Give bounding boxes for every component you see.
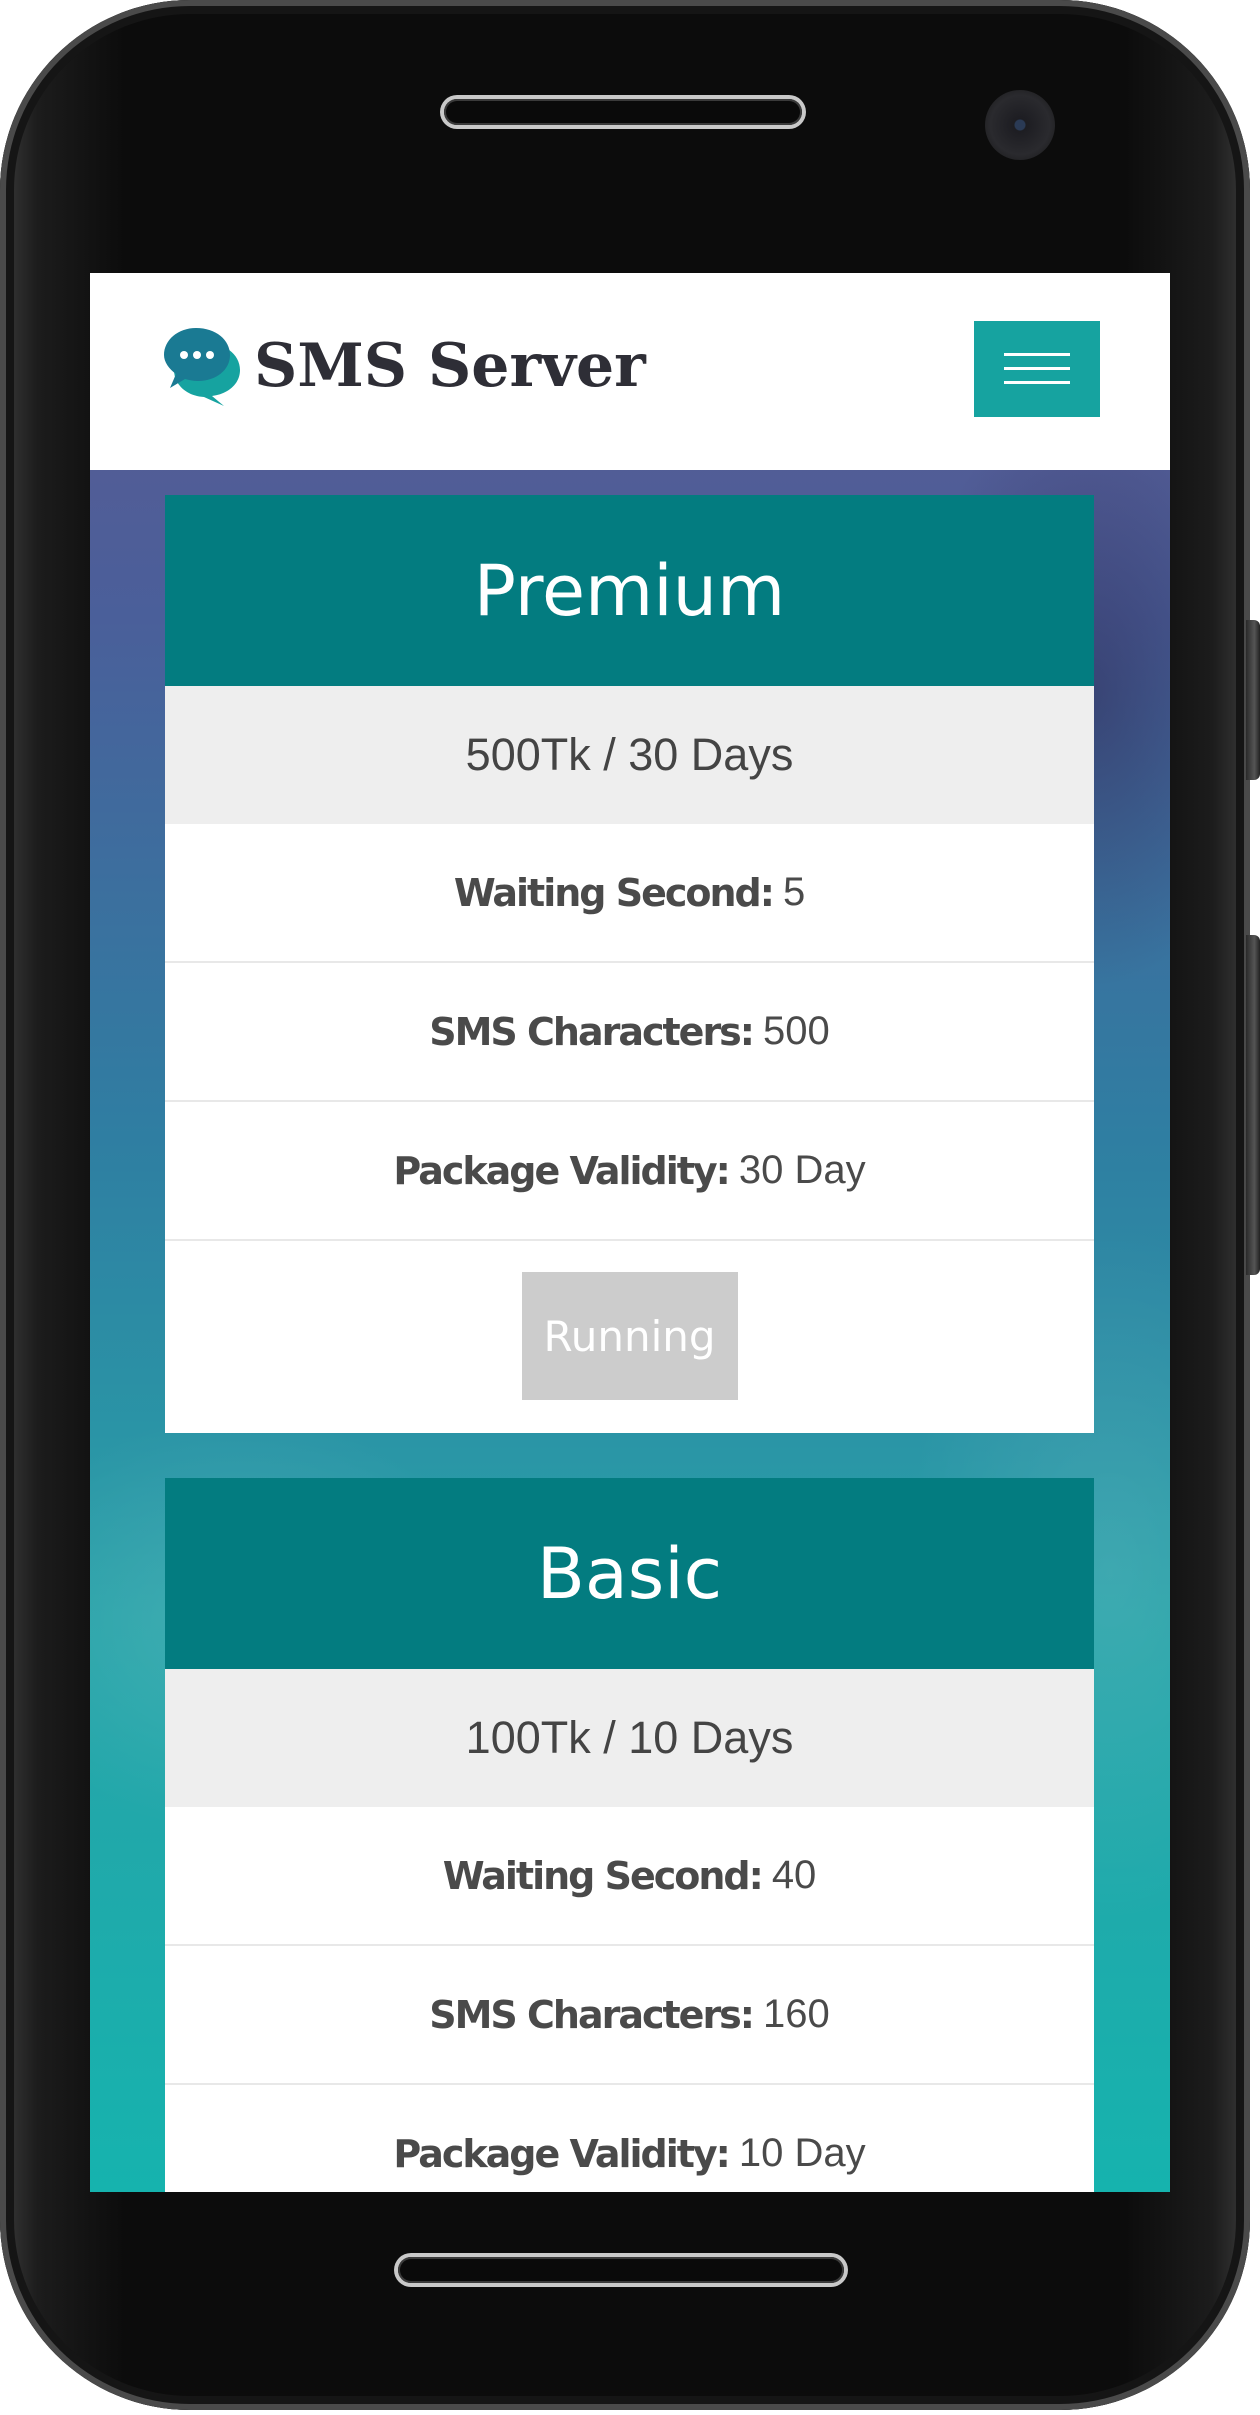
package-feature-row: Waiting Second: 5 [165,824,1094,963]
front-camera-icon [985,90,1055,160]
feature-value: 30 Day [738,1148,866,1192]
power-button [1246,935,1260,1275]
bottom-speaker [398,2257,844,2283]
feature-label: Waiting Second: [453,870,775,915]
feature-value: 160 [763,1992,830,2036]
package-action: Running [165,1241,1094,1435]
feature-label: SMS Characters: [429,1009,755,1054]
phone-frame: SMS Server Premium 500Tk / 30 Days Waiti… [0,0,1260,2410]
package-feature-row: Package Validity: 30 Day [165,1102,1094,1241]
brand-name: SMS Server [254,331,646,401]
chat-bubbles-icon [164,328,240,406]
hamburger-menu-icon [1004,353,1070,356]
feature-label: Package Validity: [393,2131,730,2176]
package-price: 500Tk / 30 Days [165,686,1094,824]
feature-value: 10 Day [738,2131,866,2175]
brand-logo[interactable]: SMS Server [162,321,646,411]
package-title: Premium [165,495,1094,686]
package-card-premium: Premium 500Tk / 30 Days Waiting Second: … [165,495,1094,1433]
feature-label: SMS Characters: [429,1992,755,2037]
package-feature-row: Package Validity: 10 Day [165,2085,1094,2192]
navbar: SMS Server [90,273,1170,470]
running-button[interactable]: Running [521,1272,738,1400]
feature-label: Waiting Second: [442,1853,764,1898]
hamburger-bar [1004,367,1070,370]
package-card-basic: Basic 100Tk / 10 Days Waiting Second: 40… [165,1478,1094,2192]
feature-value: 40 [771,1853,817,1897]
package-price: 100Tk / 10 Days [165,1669,1094,1807]
menu-toggle-button[interactable] [974,321,1100,417]
package-feature-row: Waiting Second: 40 [165,1807,1094,1946]
screen[interactable]: SMS Server Premium 500Tk / 30 Days Waiti… [90,273,1170,2192]
feature-value: 500 [763,1009,830,1053]
package-feature-row: SMS Characters: 160 [165,1946,1094,2085]
volume-button [1246,620,1260,780]
earpiece-speaker [444,99,802,125]
feature-value: 5 [782,870,806,914]
hamburger-bar [1004,381,1070,384]
package-title: Basic [165,1478,1094,1669]
feature-label: Package Validity: [393,1148,730,1193]
package-feature-row: SMS Characters: 500 [165,963,1094,1102]
